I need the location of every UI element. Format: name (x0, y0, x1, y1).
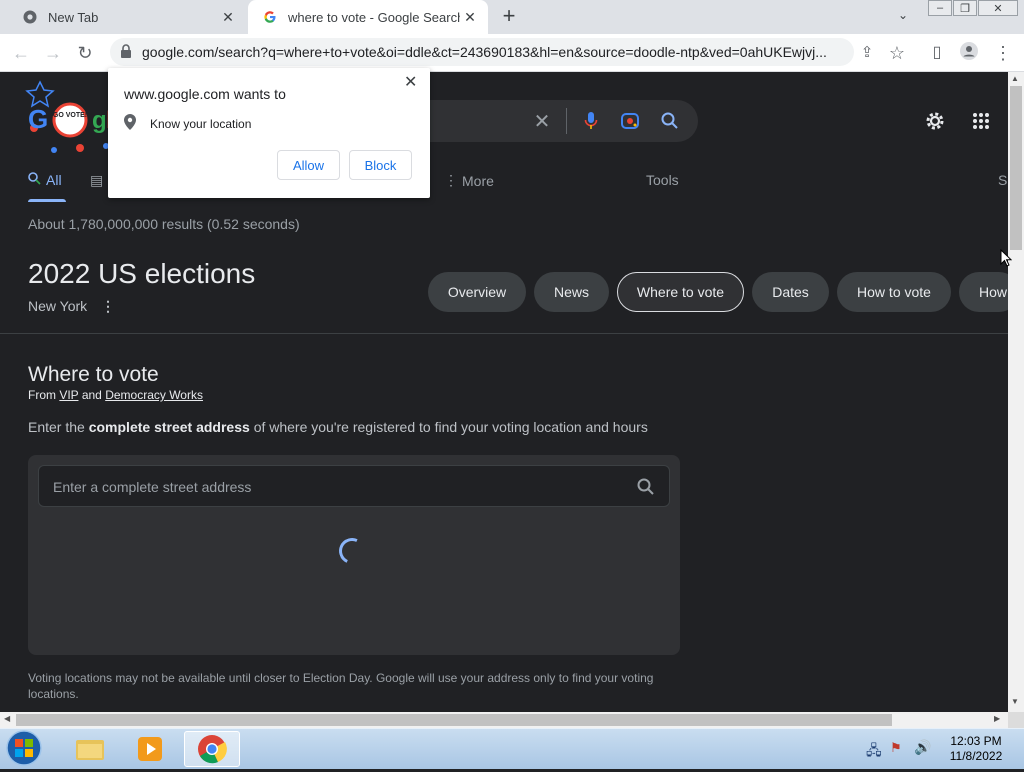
chip-news[interactable]: News (534, 272, 609, 312)
block-button[interactable]: Block (349, 150, 412, 180)
tab-tools[interactable]: Tools (646, 172, 679, 188)
tab-cut-off[interactable]: S (998, 172, 1007, 188)
clock-time: 12:03 PM (950, 734, 1002, 748)
location-label: New York (28, 298, 88, 314)
tab-tools-label: Tools (646, 172, 679, 188)
reload-icon[interactable]: ↻ (74, 42, 96, 64)
from-label: From (28, 388, 56, 402)
vertical-scroll-thumb[interactable] (1010, 86, 1022, 250)
chevron-down-icon[interactable]: ⌄ (898, 8, 912, 22)
chrome-icon (22, 9, 38, 25)
mic-icon[interactable] (580, 110, 602, 132)
tab-more[interactable]: ⋮ More (444, 172, 494, 189)
elections-location[interactable]: New York ⋮ (28, 298, 115, 315)
vip-link[interactable]: VIP (59, 388, 78, 402)
instr-bold: complete street address (88, 419, 250, 435)
chip-overview[interactable]: Overview (428, 272, 526, 312)
instructions: Enter the complete street address of whe… (28, 419, 648, 435)
profile-icon[interactable] (958, 42, 980, 64)
and-label: and (81, 388, 102, 402)
apps-grid-icon[interactable] (972, 112, 990, 130)
allow-button[interactable]: Allow (277, 150, 340, 180)
clock-date: 11/8/2022 (949, 749, 1003, 763)
popup-title: www.google.com wants to (124, 86, 286, 102)
tab-title: New Tab (48, 9, 99, 25)
chip-how-to-vote[interactable]: How to vote (837, 272, 951, 312)
disclaimer: Voting locations may not be available un… (28, 671, 654, 701)
more-vert-icon[interactable]: ⋮ (101, 298, 115, 314)
instr-pre: Enter the (28, 419, 85, 435)
street-address-input[interactable] (51, 466, 615, 508)
volume-icon[interactable]: 🔊 (914, 739, 931, 756)
tab-title: where to vote - Google Search (288, 9, 460, 25)
go-vote-badge-text: GO VOTE! (53, 112, 87, 119)
restore-button[interactable]: ❐ (953, 0, 977, 16)
address-bar[interactable]: google.com/search?q=where+to+vote&oi=ddl… (110, 38, 854, 66)
elections-title: 2022 US elections (28, 258, 256, 289)
tab-where-to-vote[interactable]: where to vote - Google Search ✕ (248, 0, 488, 34)
chip-where-to-vote[interactable]: Where to vote (617, 272, 744, 312)
location-permission-popup: www.google.com wants to ✕ Know your loca… (108, 68, 430, 198)
system-clock[interactable]: 12:03 PM 11/8/2022 (934, 734, 1018, 764)
search-icon[interactable] (659, 110, 681, 132)
tab-all-label: All (46, 172, 62, 188)
media-player-icon[interactable] (122, 731, 178, 767)
tab-more-label: More (462, 172, 494, 189)
search-icon[interactable] (637, 478, 655, 496)
svg-text:g: g (92, 107, 107, 134)
forward-arrow-icon[interactable]: → (42, 42, 64, 64)
democracy-works-link[interactable]: Democracy Works (105, 388, 203, 402)
action-center-flag-icon[interactable]: ⚑ (890, 740, 902, 756)
permission-item: Know your location (124, 114, 251, 133)
scroll-down-icon[interactable]: ▼ (1011, 697, 1019, 706)
search-box[interactable]: ✕ (420, 100, 698, 142)
where-to-vote-title: Where to vote (28, 363, 159, 386)
section-divider (0, 333, 1008, 334)
chrome-taskbar-icon[interactable] (184, 731, 240, 767)
address-input-container[interactable] (38, 465, 670, 508)
scroll-up-icon[interactable]: ▲ (1011, 74, 1019, 83)
close-icon[interactable]: ✕ (404, 72, 417, 92)
close-icon[interactable]: ✕ (460, 9, 480, 26)
star-icon[interactable]: ☆ (886, 42, 908, 64)
url-text: google.com/search?q=where+to+vote&oi=ddl… (142, 44, 827, 60)
lock-icon (120, 44, 134, 60)
gear-icon[interactable] (924, 110, 946, 132)
divider (566, 108, 567, 134)
instr-post: of where you're registered to find your … (253, 419, 648, 435)
scroll-left-icon[interactable]: ◀ (4, 714, 10, 723)
tab-cut-label: S (998, 172, 1008, 188)
location-pin-icon (124, 114, 136, 133)
permission-label: Know your location (150, 116, 252, 131)
source-attribution: From VIP and Democracy Works (28, 388, 203, 402)
tab-new-tab[interactable]: New Tab ✕ (8, 0, 246, 34)
minimize-button[interactable]: – (928, 0, 952, 16)
file-explorer-icon[interactable] (62, 731, 118, 767)
news-icon[interactable]: ▤ (90, 172, 103, 189)
tab-all[interactable]: All (28, 172, 62, 188)
search-icon (28, 172, 41, 188)
back-arrow-icon[interactable]: ← (10, 42, 32, 64)
start-button[interactable] (4, 729, 44, 767)
more-vert-icon[interactable]: ⋮ (992, 42, 1014, 64)
share-icon[interactable]: ⇪ (856, 42, 878, 64)
active-tab-indicator (28, 199, 66, 202)
horizontal-scroll-thumb[interactable] (16, 714, 892, 726)
more-vert-icon: ⋮ (444, 172, 458, 188)
mouse-cursor-icon (1000, 248, 1013, 267)
new-tab-button[interactable]: + (498, 4, 520, 28)
svg-text:G: G (28, 104, 48, 134)
scrollbar-corner (1008, 712, 1024, 728)
network-icon[interactable]: 🖧 (866, 740, 882, 764)
result-stats: About 1,780,000,000 results (0.52 second… (28, 216, 300, 232)
google-g-icon (262, 9, 278, 25)
scroll-right-icon[interactable]: ▶ (994, 714, 1000, 723)
close-icon[interactable]: ✕ (218, 9, 238, 26)
chip-dates[interactable]: Dates (752, 272, 829, 312)
clear-icon[interactable]: ✕ (531, 110, 553, 133)
lens-camera-icon[interactable] (619, 110, 641, 132)
close-window-button[interactable]: ✕ (978, 0, 1018, 16)
side-panel-icon[interactable]: ▯ (926, 42, 948, 64)
